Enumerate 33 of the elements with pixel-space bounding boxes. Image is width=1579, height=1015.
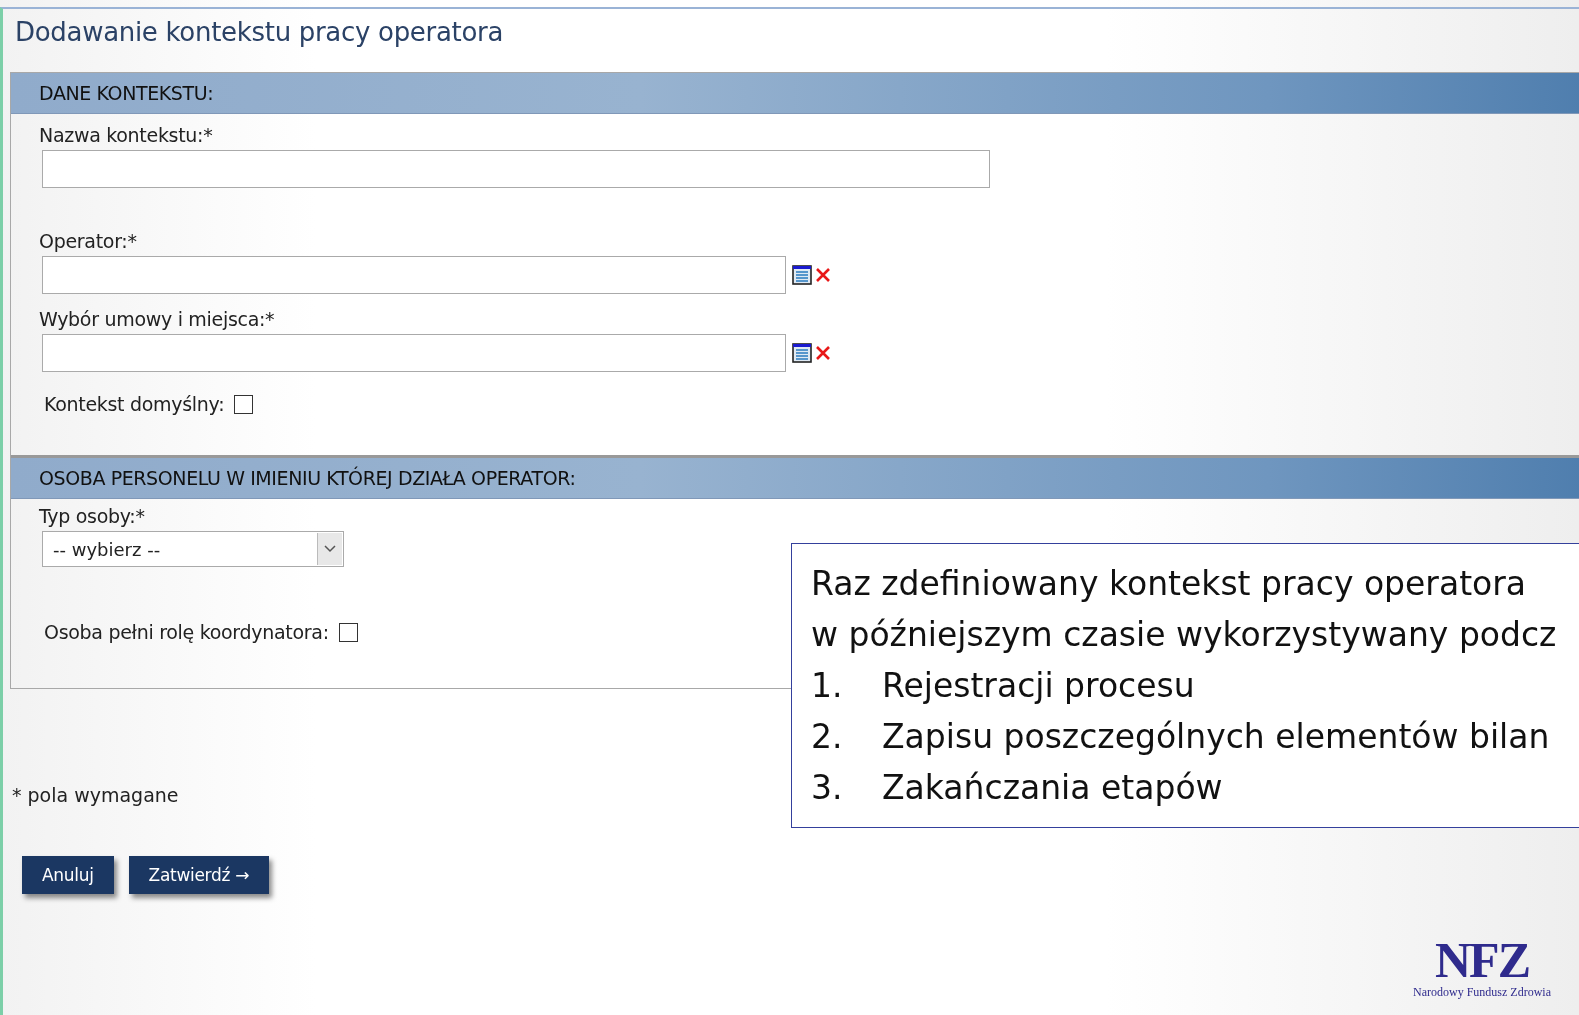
field-label: Operator:* (39, 230, 138, 254)
text-field[interactable] (42, 150, 990, 188)
callout-text: Raz zdefiniowany kontekst pracy operatora (811, 563, 1528, 605)
logo-caption: Narodowy Fundusz Zdrowia (1413, 985, 1551, 1000)
list-number: 1. (811, 665, 844, 707)
checkbox-label: Osoba pełni rolę koordynatora: (44, 621, 329, 643)
list-number: 3. (811, 767, 844, 809)
section-title: DANE KONTEKSTU: (39, 82, 214, 104)
logo-text: NFZ (1435, 935, 1529, 985)
form-button[interactable]: Anuluj (22, 856, 114, 894)
text-field[interactable] (42, 256, 786, 294)
list-item-text: Zapisu poszczególnych elementów bilan (882, 716, 1550, 758)
checkbox[interactable] (234, 394, 254, 414)
section-title: OSOBA PERSONELU W IMIENIU KTÓREJ DZIAŁA OPERATOR: (39, 467, 576, 489)
list-item-text: Zakańczania etapów (882, 767, 1223, 809)
page-title: Dodawanie kontekstu pracy operatora (14, 16, 505, 49)
text-field[interactable] (42, 334, 786, 372)
list-item-text: Rejestracji procesu (882, 665, 1195, 707)
checkbox-label: Kontekst domyślny: (44, 393, 225, 415)
field-label: Nazwa kontekstu:* (39, 124, 214, 148)
form-button[interactable]: Zatwierdź → (128, 856, 270, 894)
close-icon[interactable] (814, 266, 832, 284)
list-icon[interactable] (792, 265, 812, 285)
dropdown[interactable]: -- wybierz -- (42, 531, 344, 567)
list-number: 2. (811, 716, 844, 758)
required-note: * pola wymagane (12, 784, 179, 806)
checkbox[interactable] (338, 622, 358, 642)
close-icon[interactable] (814, 344, 832, 362)
list-icon[interactable] (792, 343, 812, 363)
chevron-down-icon (324, 545, 336, 553)
callout-text: w późniejszym czasie wykorzystywany podcz (811, 614, 1558, 656)
field-label: Wybór umowy i miejsca:* (39, 308, 276, 332)
field-label: Typ osoby:* (39, 505, 146, 529)
